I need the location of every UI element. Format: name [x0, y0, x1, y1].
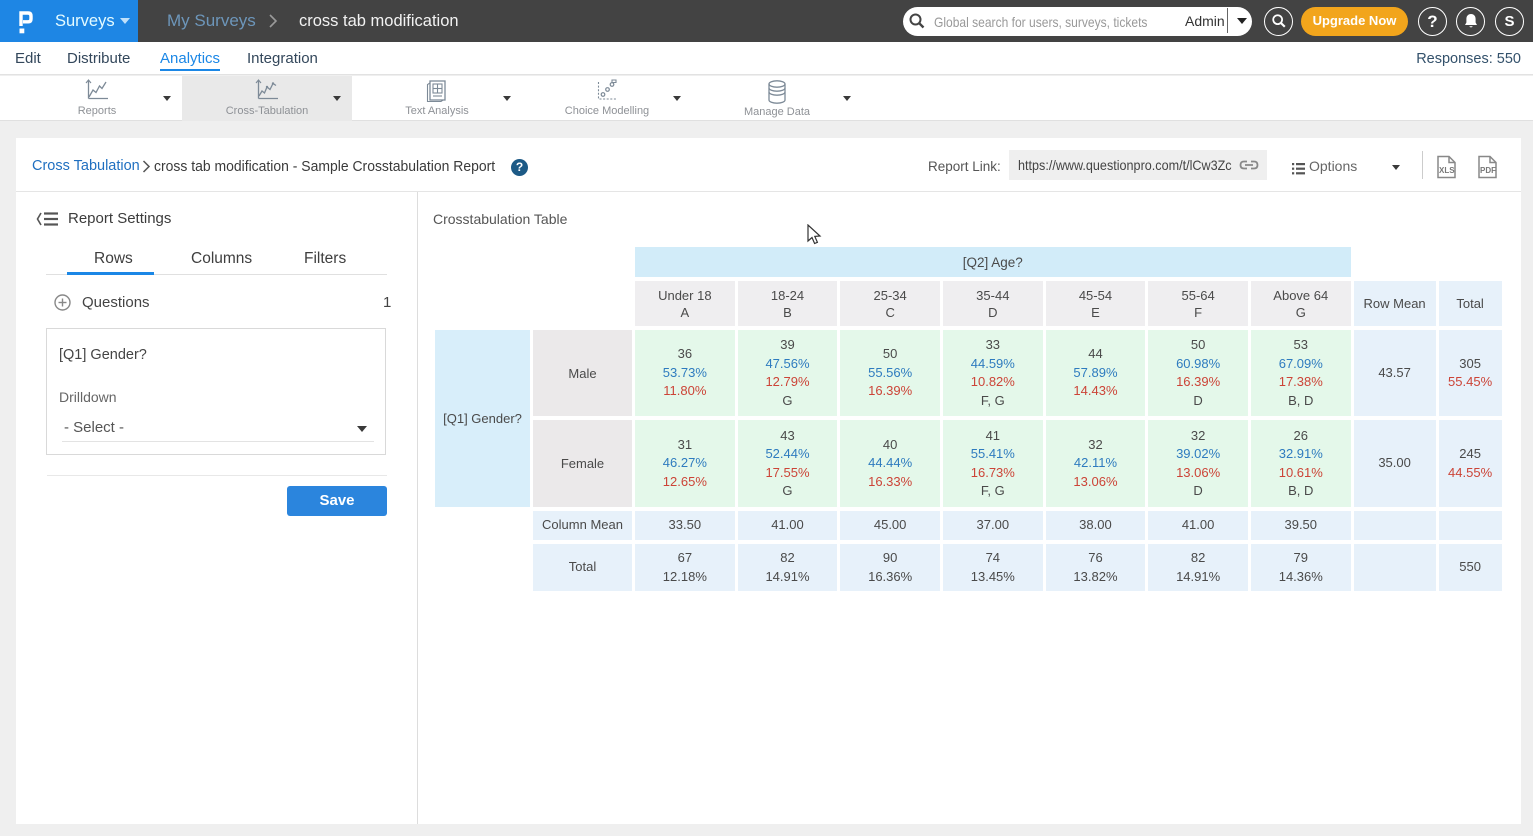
- svg-text:PDF: PDF: [1480, 166, 1496, 175]
- svg-text:XLS: XLS: [1439, 166, 1455, 175]
